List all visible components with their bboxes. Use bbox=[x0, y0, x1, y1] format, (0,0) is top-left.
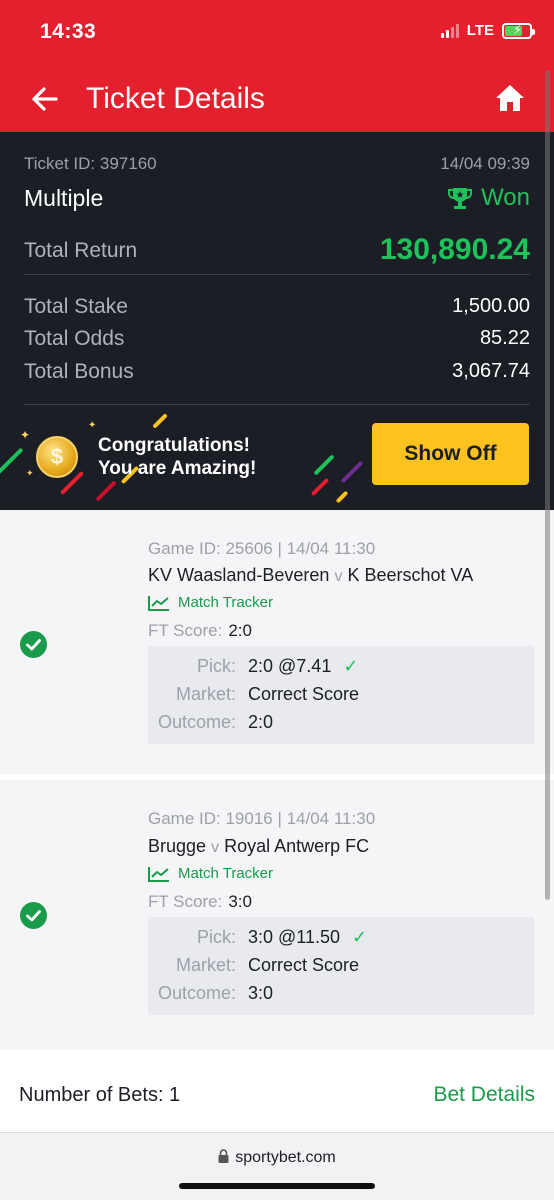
congrats-line-1: Congratulations! bbox=[98, 435, 250, 456]
confetti-decoration bbox=[313, 454, 335, 476]
back-button[interactable] bbox=[28, 82, 62, 116]
congrats-text: Congratulations! You are Amazing! bbox=[98, 434, 256, 480]
market-value: Correct Score bbox=[248, 684, 360, 704]
ticket-id: Ticket ID: 397160 bbox=[24, 154, 157, 173]
page-title: Ticket Details bbox=[86, 82, 265, 115]
app-header: 14:33 LTE ⚡ Ticket Details bbox=[0, 0, 554, 132]
ft-score-label: FT Score: bbox=[148, 621, 223, 640]
ft-score-label: FT Score: bbox=[148, 892, 223, 911]
scrollbar[interactable] bbox=[545, 70, 550, 900]
game-teams: KV Waasland-Beveren v K Beerschot VA bbox=[148, 565, 473, 586]
outcome-label: Outcome: bbox=[157, 983, 236, 1003]
coin-icon: $ bbox=[36, 436, 78, 478]
url-display: sportybet.com bbox=[0, 1149, 554, 1167]
game-card: Game ID: 19016 | 14/04 11:30 Brugge v Ro… bbox=[0, 780, 554, 1044]
arrow-left-icon bbox=[32, 87, 58, 111]
bet-type: Multiple bbox=[24, 185, 104, 211]
battery-icon: ⚡ bbox=[502, 22, 535, 39]
home-icon bbox=[496, 85, 524, 111]
outcome-label: Outcome: bbox=[157, 712, 236, 732]
check-circle-icon bbox=[20, 902, 47, 929]
ticket-summary: Ticket ID: 397160 14/04 09:39 Multiple W… bbox=[0, 132, 554, 406]
home-team: KV Waasland-Beveren bbox=[148, 565, 330, 585]
versus-label: v bbox=[334, 568, 343, 585]
line-chart-icon bbox=[148, 595, 169, 611]
game-card: Game ID: 25606 | 14/04 11:30 KV Waasland… bbox=[0, 510, 554, 774]
match-tracker-label: Match Tracker bbox=[178, 865, 274, 882]
pick-value: 3:0 @11.50 bbox=[248, 927, 341, 947]
pick-details: Pick: 3:0 @11.50 ✓ Market: Correct Score … bbox=[148, 917, 534, 1015]
bet-details-link[interactable]: Bet Details bbox=[433, 1083, 535, 1107]
market-label: Market: bbox=[175, 684, 236, 704]
ft-score: FT Score: 3:0 bbox=[148, 892, 252, 912]
games-list: Game ID: 25606 | 14/04 11:30 KV Waasland… bbox=[0, 510, 554, 1050]
ft-score: FT Score: 2:0 bbox=[148, 621, 252, 641]
status-badge: Won bbox=[447, 184, 530, 212]
total-return-label: Total Return bbox=[24, 239, 138, 262]
number-of-bets: Number of Bets: 1 bbox=[19, 1084, 181, 1106]
total-odds-value: 85.22 bbox=[479, 327, 530, 349]
pick-label: Pick: bbox=[196, 927, 236, 947]
checkmark-icon: ✓ bbox=[352, 927, 368, 947]
sparkle-icon: ✦ bbox=[26, 468, 34, 478]
match-tracker-link[interactable]: Match Tracker bbox=[148, 594, 273, 611]
sparkle-icon: ✦ bbox=[88, 420, 97, 431]
game-teams: Brugge v Royal Antwerp FC bbox=[148, 836, 369, 857]
show-off-button[interactable]: Show Off bbox=[372, 423, 529, 485]
game-meta: Game ID: 19016 | 14/04 11:30 bbox=[148, 809, 376, 828]
share-banner: ✦ ✦ ✦ $ Congratulations! You are Amazing… bbox=[0, 406, 554, 510]
pick-label: Pick: bbox=[196, 656, 236, 676]
url-text: sportybet.com bbox=[235, 1149, 336, 1166]
status-time: 14:33 bbox=[40, 20, 97, 43]
divider bbox=[24, 404, 530, 405]
outcome-value: 2:0 bbox=[248, 712, 274, 732]
ft-score-value: 2:0 bbox=[228, 621, 252, 640]
outcome-value: 3:0 bbox=[248, 983, 274, 1003]
versus-label: v bbox=[211, 839, 220, 856]
total-bonus-value: 3,067.74 bbox=[452, 360, 530, 382]
game-meta: Game ID: 25606 | 14/04 11:30 bbox=[148, 539, 376, 558]
network-label: LTE bbox=[466, 22, 494, 39]
trophy-icon bbox=[448, 188, 473, 209]
total-stake-value: 1,500.00 bbox=[452, 295, 530, 317]
total-stake-label: Total Stake bbox=[24, 295, 128, 318]
pick-details: Pick: 2:0 @7.41 ✓ Market: Correct Score O… bbox=[148, 646, 534, 744]
ticket-footer: Number of Bets: 1 Bet Details bbox=[0, 1050, 554, 1132]
status-text: Won bbox=[481, 184, 530, 211]
match-tracker-label: Match Tracker bbox=[178, 594, 274, 611]
ticket-date: 14/04 09:39 bbox=[440, 154, 530, 173]
home-indicator[interactable] bbox=[179, 1183, 375, 1189]
browser-url-bar[interactable]: sportybet.com bbox=[0, 1132, 554, 1200]
confetti-decoration bbox=[95, 480, 117, 502]
total-odds-label: Total Odds bbox=[24, 327, 125, 350]
congrats-line-2: You are Amazing! bbox=[98, 458, 257, 479]
confetti-decoration bbox=[340, 460, 364, 484]
confetti-decoration bbox=[335, 490, 349, 504]
signal-icon bbox=[440, 23, 459, 38]
home-team: Brugge bbox=[148, 836, 207, 856]
ft-score-value: 3:0 bbox=[228, 892, 252, 911]
market-label: Market: bbox=[175, 955, 236, 975]
check-circle-icon bbox=[20, 631, 47, 658]
confetti-decoration bbox=[310, 477, 330, 497]
away-team: K Beerschot VA bbox=[347, 565, 474, 585]
confetti-decoration bbox=[152, 413, 168, 429]
line-chart-icon bbox=[148, 866, 169, 882]
market-value: Correct Score bbox=[248, 955, 360, 975]
checkmark-icon: ✓ bbox=[343, 656, 359, 676]
away-team: Royal Antwerp FC bbox=[224, 836, 370, 856]
match-tracker-link[interactable]: Match Tracker bbox=[148, 865, 273, 882]
pick-value: 2:0 @7.41 bbox=[248, 656, 332, 676]
confetti-decoration bbox=[0, 447, 24, 475]
total-return-value: 130,890.24 bbox=[379, 233, 530, 266]
status-indicators: LTE ⚡ bbox=[440, 22, 535, 39]
divider bbox=[24, 274, 530, 275]
sparkle-icon: ✦ bbox=[20, 428, 31, 442]
lock-icon bbox=[218, 1149, 229, 1163]
home-button[interactable] bbox=[494, 82, 526, 114]
total-bonus-label: Total Bonus bbox=[24, 360, 134, 383]
